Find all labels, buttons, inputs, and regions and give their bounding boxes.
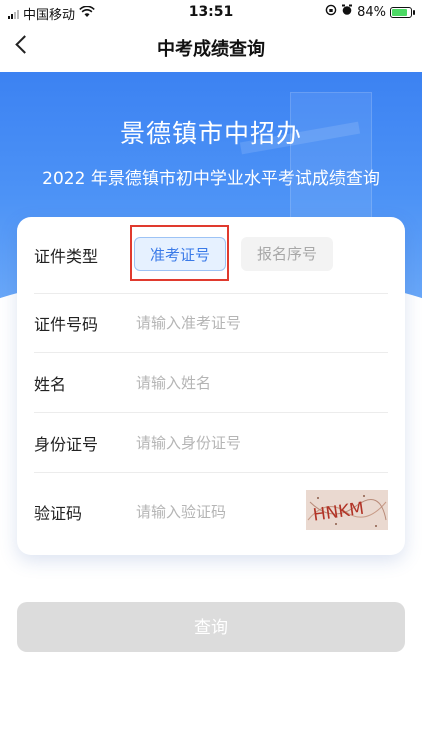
captcha-label: 验证码 xyxy=(34,504,83,523)
id-card-label: 身份证号 xyxy=(34,434,99,454)
selection-highlight-box xyxy=(130,225,229,281)
battery-icon xyxy=(390,6,415,18)
banner-title: 景德镇市中招办 xyxy=(119,119,302,148)
id-number-label: 证件号码 xyxy=(34,314,99,334)
rotation-lock-icon xyxy=(325,4,337,20)
id-type-option-registration-number[interactable]: 报名序号 xyxy=(241,237,333,271)
id-card-row: 身份证号 xyxy=(34,413,388,473)
banner-subtitle: 2022 年景德镇市初中学业水平考试成绩查询 xyxy=(42,169,380,189)
query-form-card: 证件类型 准考证号 报名序号 证件号码 姓名 身份证号 验证码 HNKM xyxy=(17,217,405,555)
page-title: 中考成绩查询 xyxy=(157,39,265,60)
battery-label: 84% xyxy=(357,4,386,20)
nav-bar: 中考成绩查询 xyxy=(0,24,422,68)
id-number-input[interactable] xyxy=(136,313,296,332)
status-right: 84% xyxy=(325,4,415,20)
name-input[interactable] xyxy=(136,373,296,392)
alarm-icon xyxy=(341,4,353,20)
query-button[interactable]: 查询 xyxy=(17,602,405,652)
id-card-input[interactable] xyxy=(136,433,296,452)
id-type-label: 证件类型 xyxy=(34,247,99,266)
id-number-row: 证件号码 xyxy=(34,293,388,353)
name-label: 姓名 xyxy=(34,374,67,394)
captcha-input[interactable] xyxy=(136,503,296,521)
status-bar: 中国移动 13:51 84% xyxy=(0,0,422,24)
captcha-row: 验证码 HNKM xyxy=(34,473,388,551)
name-row: 姓名 xyxy=(34,353,388,413)
captcha-image[interactable]: HNKM xyxy=(306,490,388,530)
